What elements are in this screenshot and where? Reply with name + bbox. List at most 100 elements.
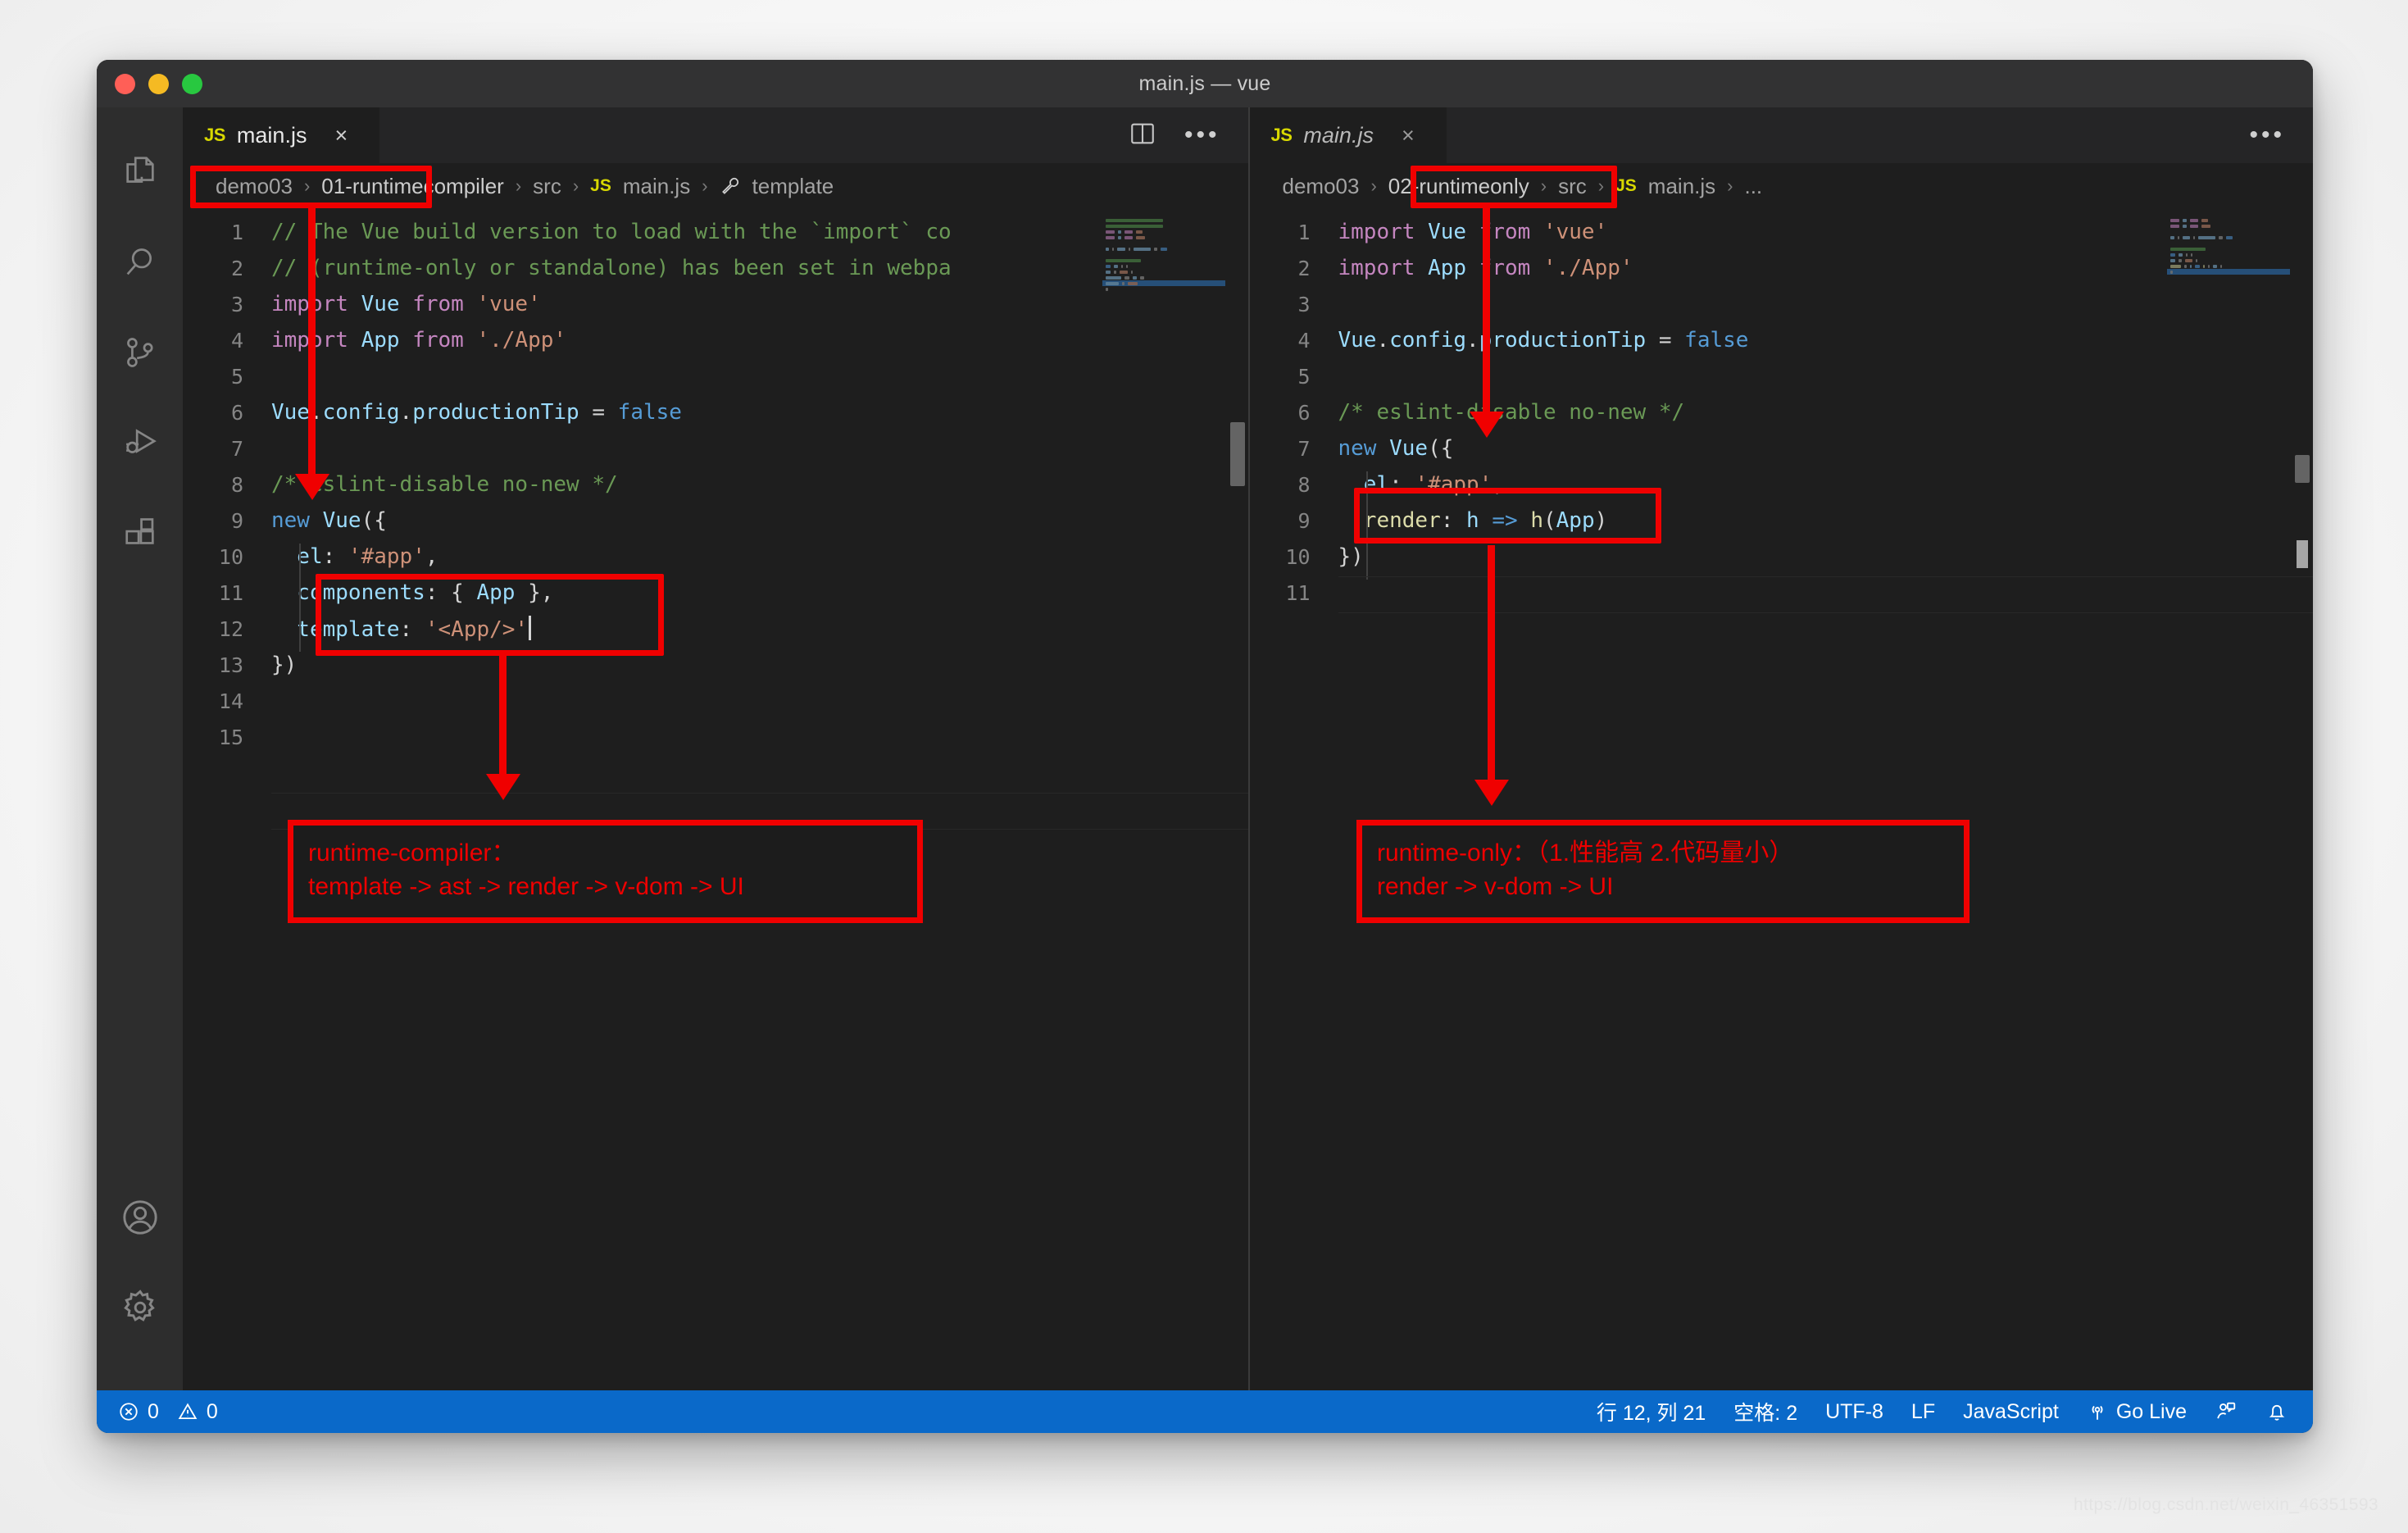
code-line[interactable]: 7: [183, 430, 1248, 466]
minimap-line: [1102, 280, 1225, 286]
line-number: 6: [1297, 400, 1311, 425]
code-token: import: [1338, 220, 1429, 244]
breadcrumb-item-demo03[interactable]: demo03: [1283, 174, 1360, 199]
warning-count: 0: [206, 1399, 218, 1423]
minimap-line: [2167, 223, 2290, 229]
go-live-label: Go Live: [2115, 1399, 2187, 1423]
close-window-button[interactable]: [115, 73, 135, 94]
vertical-scrollbar-right[interactable]: [2290, 209, 2313, 1390]
annotation-box-breadcrumb-left: [190, 166, 432, 208]
code-line[interactable]: 14: [183, 683, 1248, 719]
line-number: 5: [1297, 364, 1311, 389]
more-actions-icon[interactable]: •••: [1184, 123, 1220, 148]
scrollbar-thumb[interactable]: [2295, 455, 2310, 483]
annotation-arrow-line-left-1: [308, 208, 316, 477]
minimize-window-button[interactable]: [148, 73, 169, 94]
window-controls[interactable]: [115, 73, 202, 94]
minimap-token: [2198, 235, 2216, 239]
code-line[interactable]: 10 el: '#app',: [183, 539, 1248, 575]
activity-item-extensions[interactable]: [97, 488, 183, 578]
bell-icon[interactable]: [2265, 1400, 2288, 1423]
language-mode[interactable]: JavaScript: [1963, 1400, 2059, 1424]
minimap-token: [2189, 224, 2198, 228]
eol-setting[interactable]: LF: [1911, 1400, 1935, 1424]
code-line[interactable]: 6 Vue.config.productionTip = false: [183, 394, 1248, 430]
status-bar-right: 行 12, 列 21 空格: 2 UTF-8 LF JavaScript Go …: [1597, 1397, 2313, 1426]
code-editor-right[interactable]: 1 import Vue from 'vue' 2 import App from '…: [1249, 209, 2314, 1390]
code-line[interactable]: 2 import App from './App': [1250, 250, 2314, 286]
activity-item-search[interactable]: [97, 217, 183, 307]
feedback-icon[interactable]: [2215, 1400, 2238, 1423]
code-line[interactable]: 7 new Vue({: [1250, 430, 2314, 466]
minimap-token: [1112, 247, 1115, 251]
line-number: 7: [230, 436, 243, 461]
line-number: 13: [218, 653, 243, 677]
activity-item-run-debug[interactable]: [97, 398, 183, 488]
cursor-position[interactable]: 行 12, 列 21: [1597, 1397, 1706, 1426]
code-line[interactable]: 11: [1250, 575, 2314, 611]
activity-item-settings[interactable]: [97, 1262, 183, 1353]
maximize-window-button[interactable]: [182, 73, 202, 94]
minimap-token: [1121, 281, 1124, 285]
minimap-right[interactable]: [2167, 209, 2290, 1390]
code-line[interactable]: 3: [1250, 286, 2314, 322]
code-token: from: [399, 292, 477, 316]
code-line[interactable]: 6 /* eslint-disable no-new */: [1250, 394, 2314, 430]
annotation-box-breadcrumb-right: [1411, 166, 1617, 208]
minimap-token: [1124, 235, 1134, 239]
close-icon[interactable]: ×: [334, 124, 348, 147]
breadcrumb-separator: ›: [1370, 175, 1377, 196]
breadcrumb-item-overflow[interactable]: ...: [1744, 174, 1762, 199]
minimap-token: [2177, 235, 2179, 239]
minimap-line: [1102, 263, 1225, 269]
minimap-line: [1102, 223, 1225, 229]
encoding-setting[interactable]: UTF-8: [1825, 1400, 1883, 1424]
scrollbar-thumb[interactable]: [1229, 422, 1245, 486]
code-line[interactable]: 2 // (runtime-only or standalone) has bee…: [183, 250, 1248, 286]
minimap-token: [2196, 258, 2198, 262]
annotation-box-code-right: [1354, 488, 1661, 544]
code-line[interactable]: 1 import Vue from 'vue': [1250, 214, 2314, 250]
code-line[interactable]: 5: [183, 358, 1248, 394]
activity-item-accounts[interactable]: [97, 1172, 183, 1262]
line-number: 2: [230, 256, 243, 280]
go-live-button[interactable]: Go Live: [2087, 1400, 2187, 1424]
breadcrumb-item-file[interactable]: main.js: [623, 174, 690, 199]
code-token: Vue: [271, 400, 310, 425]
problems-indicator[interactable]: 0 0: [118, 1400, 218, 1424]
tab-main-js-left[interactable]: JS main.js ×: [183, 107, 379, 163]
code-line[interactable]: 4 import App from './App': [183, 322, 1248, 358]
split-editor-icon[interactable]: [1129, 120, 1156, 152]
line-number: 11: [218, 580, 243, 605]
code-line[interactable]: 10}): [1250, 539, 2314, 575]
breadcrumb-item-src[interactable]: src: [533, 174, 561, 199]
minimap-token: [1113, 264, 1118, 268]
activity-item-source-control[interactable]: [97, 307, 183, 398]
window-title: main.js — vue: [1138, 71, 1271, 95]
minimap-left[interactable]: [1102, 209, 1225, 1390]
breadcrumb-item-file[interactable]: main.js: [1648, 174, 1715, 199]
code-line[interactable]: 9 new Vue({: [183, 503, 1248, 539]
code-line[interactable]: 4 Vue.config.productionTip = false: [1250, 322, 2314, 358]
code-line[interactable]: 15: [183, 719, 1248, 755]
close-icon[interactable]: ×: [1402, 124, 1415, 147]
tab-main-js-right[interactable]: JS main.js ×: [1249, 107, 1447, 163]
code-line[interactable]: 3 import Vue from 'vue': [183, 286, 1248, 322]
code-editor-left[interactable]: 1 // The Vue build version to load with t…: [183, 209, 1248, 1390]
vscode-window: main.js — vue JS main.js × ••• demo03 › …: [97, 60, 2313, 1433]
minimap-line: [1102, 246, 1225, 252]
minimap-token: [2189, 218, 2198, 222]
account-icon: [120, 1197, 161, 1238]
indentation-setting[interactable]: 空格: 2: [1733, 1397, 1797, 1426]
more-actions-icon[interactable]: •••: [2249, 123, 2285, 148]
js-file-icon: JS: [204, 125, 225, 145]
code-line[interactable]: 5: [1250, 358, 2314, 394]
vertical-scrollbar-left[interactable]: [1225, 209, 1248, 1390]
code-line[interactable]: 1 // The Vue build version to load with t…: [183, 214, 1248, 250]
activity-item-explorer[interactable]: [97, 127, 183, 217]
minimap-token: [2201, 218, 2208, 222]
scrollbar-decoration: [2297, 540, 2308, 568]
breadcrumb-item-symbol[interactable]: template: [752, 174, 834, 199]
code-line[interactable]: 8/* eslint-disable no-new */: [183, 466, 1248, 503]
minimap-token: [2183, 264, 2187, 268]
